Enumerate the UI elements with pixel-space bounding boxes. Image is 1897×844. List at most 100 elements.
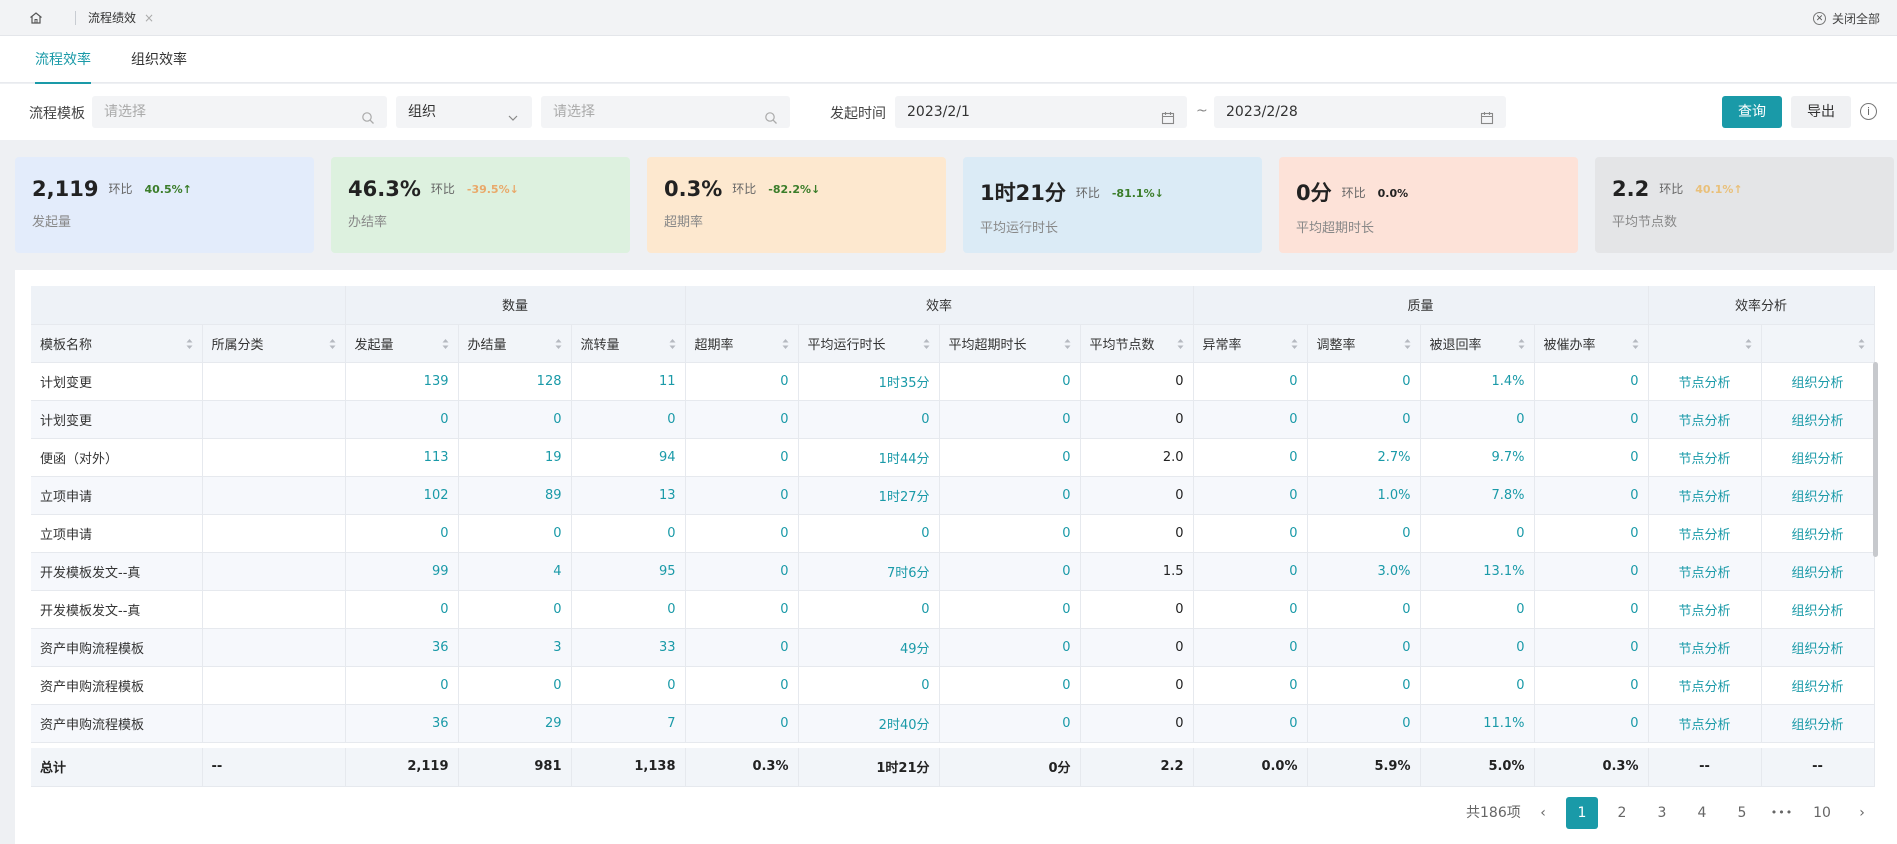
table-cell[interactable]: 0 (458, 514, 572, 553)
table-cell[interactable]: 1时27分 (798, 476, 940, 515)
column-header[interactable]: 流转量 (571, 324, 686, 363)
table-cell[interactable]: 99 (345, 552, 459, 591)
column-header[interactable]: 超期率 (685, 324, 799, 363)
table-cell[interactable]: 0 (685, 552, 799, 591)
sort-icon[interactable] (1518, 338, 1525, 350)
column-header[interactable]: 平均运行时长 (798, 324, 940, 363)
table-cell[interactable]: 0 (458, 400, 572, 439)
sort-icon[interactable] (1291, 338, 1298, 350)
column-header[interactable]: 平均节点数 (1080, 324, 1194, 363)
sort-icon[interactable] (782, 338, 789, 350)
node-analysis-link[interactable]: 节点分析 (1648, 704, 1762, 743)
page-3-button[interactable]: 3 (1646, 797, 1678, 829)
table-cell[interactable]: 0 (939, 438, 1081, 477)
column-header[interactable]: 异常率 (1193, 324, 1308, 363)
org-analysis-link[interactable]: 组织分析 (1761, 400, 1875, 439)
sort-icon[interactable] (1858, 338, 1865, 350)
table-cell[interactable]: 0 (939, 552, 1081, 591)
table-cell[interactable]: 1时44分 (798, 438, 940, 477)
column-header[interactable] (1648, 324, 1762, 363)
close-all-button[interactable]: ✕ 关闭全部 (1812, 10, 1880, 27)
table-cell[interactable]: 0 (685, 590, 799, 629)
column-header[interactable]: 发起量 (345, 324, 459, 363)
node-analysis-link[interactable]: 节点分析 (1648, 552, 1762, 591)
sort-icon[interactable] (186, 338, 193, 350)
end-date-input[interactable]: 2023/2/28 (1214, 96, 1506, 128)
table-cell[interactable]: 0 (345, 400, 459, 439)
table-cell[interactable]: 0 (939, 362, 1081, 401)
table-cell[interactable]: 7时6分 (798, 552, 940, 591)
column-header[interactable]: 调整率 (1307, 324, 1421, 363)
template-input[interactable]: 请选择 (92, 96, 387, 128)
node-analysis-link[interactable]: 节点分析 (1648, 400, 1762, 439)
info-icon[interactable]: i (1860, 103, 1877, 120)
node-analysis-link[interactable]: 节点分析 (1648, 666, 1762, 705)
table-cell[interactable]: 0 (939, 400, 1081, 439)
table-cell[interactable]: 33 (571, 628, 686, 667)
column-header[interactable]: 被退回率 (1420, 324, 1535, 363)
page-2-button[interactable]: 2 (1606, 797, 1638, 829)
table-cell[interactable]: 128 (458, 362, 572, 401)
sort-icon[interactable] (1177, 338, 1184, 350)
page-5-button[interactable]: 5 (1726, 797, 1758, 829)
sort-icon[interactable] (1632, 338, 1639, 350)
home-icon[interactable] (29, 11, 43, 25)
table-cell[interactable]: 3 (458, 628, 572, 667)
table-cell[interactable]: 36 (345, 628, 459, 667)
table-cell[interactable]: 11 (571, 362, 686, 401)
table-scrollbar[interactable] (1873, 362, 1878, 557)
sort-icon[interactable] (1745, 338, 1752, 350)
table-cell[interactable]: 0 (685, 514, 799, 553)
tab-org-efficiency[interactable]: 组织效率 (131, 36, 187, 83)
table-cell[interactable]: 0 (571, 400, 686, 439)
table-cell[interactable]: 1时35分 (798, 362, 940, 401)
table-cell[interactable]: 0 (939, 590, 1081, 629)
org-analysis-link[interactable]: 组织分析 (1761, 628, 1875, 667)
org-input[interactable]: 请选择 (541, 96, 790, 128)
page-1-button[interactable]: 1 (1566, 797, 1598, 829)
org-analysis-link[interactable]: 组织分析 (1761, 476, 1875, 515)
start-date-input[interactable]: 2023/2/1 (895, 96, 1187, 128)
table-cell[interactable]: 0 (798, 514, 940, 553)
query-button[interactable]: 查询 (1722, 96, 1782, 128)
table-cell[interactable]: 0 (345, 666, 459, 705)
org-analysis-link[interactable]: 组织分析 (1761, 514, 1875, 553)
table-cell[interactable]: 0 (939, 666, 1081, 705)
org-analysis-link[interactable]: 组织分析 (1761, 704, 1875, 743)
table-cell[interactable]: 49分 (798, 628, 940, 667)
table-cell[interactable]: 0 (571, 590, 686, 629)
sort-icon[interactable] (329, 338, 336, 350)
table-cell[interactable]: 0 (798, 590, 940, 629)
node-analysis-link[interactable]: 节点分析 (1648, 514, 1762, 553)
prev-page-button[interactable]: ‹ (1535, 797, 1551, 829)
table-cell[interactable]: 0 (685, 400, 799, 439)
org-analysis-link[interactable]: 组织分析 (1761, 438, 1875, 477)
table-cell[interactable]: 0 (685, 666, 799, 705)
table-cell[interactable]: 0 (939, 514, 1081, 553)
table-cell[interactable]: 0 (571, 514, 686, 553)
table-cell[interactable]: 4 (458, 552, 572, 591)
table-cell[interactable]: 0 (571, 666, 686, 705)
column-header[interactable]: 模板名称 (31, 324, 203, 363)
pagination-ellipsis[interactable]: ••• (1766, 797, 1798, 829)
table-cell[interactable]: 36 (345, 704, 459, 743)
column-header[interactable]: 平均超期时长 (939, 324, 1081, 363)
sort-icon[interactable] (442, 338, 449, 350)
table-cell[interactable]: 94 (571, 438, 686, 477)
table-cell[interactable]: 0 (458, 666, 572, 705)
page-10-button[interactable]: 10 (1806, 797, 1838, 829)
node-analysis-link[interactable]: 节点分析 (1648, 590, 1762, 629)
table-cell[interactable]: 0 (685, 476, 799, 515)
export-button[interactable]: 导出 (1791, 96, 1851, 128)
table-cell[interactable]: 95 (571, 552, 686, 591)
sort-icon[interactable] (669, 338, 676, 350)
table-cell[interactable]: 139 (345, 362, 459, 401)
table-cell[interactable]: 0 (458, 590, 572, 629)
table-cell[interactable]: 29 (458, 704, 572, 743)
node-analysis-link[interactable]: 节点分析 (1648, 438, 1762, 477)
sort-icon[interactable] (923, 338, 930, 350)
table-cell[interactable]: 0 (798, 666, 940, 705)
table-cell[interactable]: 89 (458, 476, 572, 515)
org-select[interactable]: 组织 (396, 96, 532, 128)
org-analysis-link[interactable]: 组织分析 (1761, 666, 1875, 705)
